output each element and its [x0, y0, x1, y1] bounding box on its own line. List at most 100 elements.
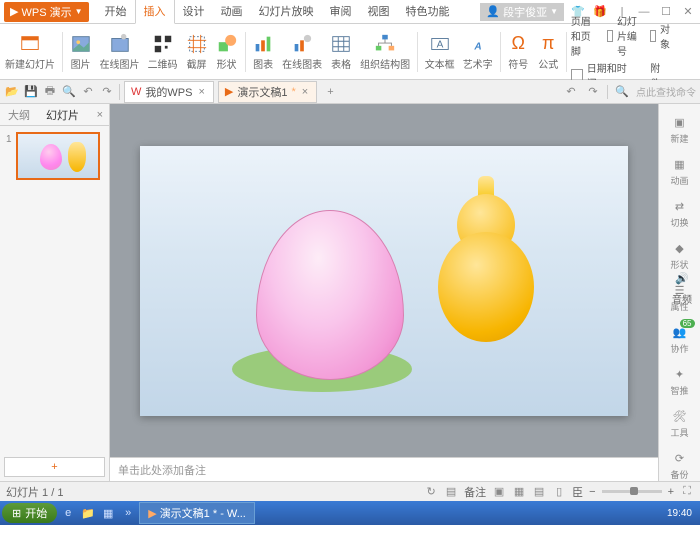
menu-tab-start[interactable]: 开始 — [97, 0, 135, 23]
chart-cloud-icon — [291, 33, 313, 55]
ribbon-shapes[interactable]: 形状 — [213, 24, 241, 79]
menu-tabs: 开始 插入 设计 动画 幻灯片放映 审阅 视图 特色功能 — [97, 0, 458, 23]
ribbon-wordart[interactable]: A艺术字 — [460, 24, 496, 79]
mini-peach-icon — [40, 144, 62, 170]
view-normal-icon[interactable]: ▣ — [492, 485, 506, 499]
image-icon — [70, 33, 92, 55]
menu-tab-slideshow[interactable]: 幻灯片放映 — [251, 0, 322, 23]
shapes-icon — [216, 33, 238, 55]
view-reading-icon[interactable]: ▤ — [532, 485, 546, 499]
view-slideshow-icon[interactable]: ▯ — [552, 485, 566, 499]
ribbon-online-image[interactable]: 在线图片 — [97, 24, 143, 79]
ribbon-image[interactable]: 图片 — [67, 24, 95, 79]
gourd-shape[interactable] — [438, 176, 534, 342]
menu-tab-animation[interactable]: 动画 — [213, 0, 251, 23]
omega-icon: Ω — [507, 33, 529, 55]
folder-icon[interactable]: 📁 — [79, 504, 97, 522]
ribbon-formula[interactable]: π公式 — [534, 24, 562, 79]
canvas-area[interactable] — [110, 104, 658, 457]
ribbon-qr[interactable]: 二维码 — [145, 24, 181, 79]
start-button[interactable]: ⊞开始 — [2, 503, 57, 523]
preview-icon[interactable]: 🔍 — [61, 84, 77, 100]
ribbon: 新建幻灯片 图片 在线图片 二维码 截屏 形状 图表 在线图表 表格 组织结构图… — [0, 24, 700, 80]
ribbon-audio[interactable]: 🔊音频 — [668, 24, 696, 549]
mini-gourd-icon — [68, 142, 86, 172]
menu-tab-features[interactable]: 特色功能 — [398, 0, 458, 23]
chevron-down-icon: ▼ — [550, 7, 558, 16]
add-slide-button[interactable]: + — [4, 457, 105, 477]
chevron-down-icon: ▼ — [75, 7, 83, 16]
doc-tab-mywps[interactable]: W我的WPS× — [124, 81, 214, 103]
slides-tab[interactable]: 幻灯片 — [38, 104, 87, 126]
undo-icon[interactable]: ↶ — [80, 84, 96, 100]
save-icon[interactable]: 💾 — [23, 84, 39, 100]
ribbon-org-chart[interactable]: 组织结构图 — [357, 24, 413, 79]
close-icon[interactable]: × — [91, 109, 109, 121]
crop-icon — [186, 33, 208, 55]
user-name: 段宇俊亚 — [503, 4, 547, 20]
wordart-icon: A — [467, 33, 489, 55]
undo-icon[interactable]: ↶ — [563, 84, 579, 100]
editor: 单击此处添加备注 — [110, 104, 658, 481]
redo-icon[interactable]: ↷ — [585, 84, 601, 100]
app-logo-icon: ▶ — [10, 5, 18, 18]
add-tab-button[interactable]: + — [321, 84, 339, 100]
ribbon-online-chart[interactable]: 在线图表 — [279, 24, 325, 79]
menu-tab-insert[interactable]: 插入 — [135, 0, 175, 24]
table-icon — [330, 33, 352, 55]
ie-icon[interactable]: e — [59, 504, 77, 522]
close-icon[interactable]: × — [300, 86, 310, 98]
task-presentation[interactable]: ▶演示文稿1 * - W... — [139, 502, 255, 524]
ribbon-chart[interactable]: 图表 — [249, 24, 277, 79]
menu-tab-review[interactable]: 审阅 — [322, 0, 360, 23]
image-cloud-icon — [109, 33, 131, 55]
thumb-number: 1 — [6, 132, 12, 145]
search-icon[interactable]: 🔍 — [614, 84, 630, 100]
ribbon-textbox[interactable]: A文本框 — [422, 24, 458, 79]
chart-icon — [252, 33, 274, 55]
outline-tab[interactable]: 大纲 — [0, 104, 38, 126]
ribbon-new-slide[interactable]: 新建幻灯片 — [2, 24, 58, 79]
user-icon: 👤 — [486, 5, 500, 18]
slide-canvas[interactable] — [140, 146, 628, 416]
header-footer-label[interactable]: 页眉和页脚 — [571, 13, 593, 58]
menu-tab-design[interactable]: 设计 — [175, 0, 213, 23]
close-icon[interactable]: × — [196, 86, 206, 98]
print-icon[interactable]: 🖶 — [42, 84, 58, 100]
app-icon[interactable]: ▦ — [99, 504, 117, 522]
loop-icon[interactable]: ↻ — [424, 485, 438, 499]
peach-shape[interactable] — [256, 210, 404, 380]
thumbnails: 1 — [0, 126, 109, 453]
notes-icon[interactable]: ▤ — [444, 485, 458, 499]
windows-icon: ⊞ — [12, 507, 21, 520]
doc-tab-presentation[interactable]: ▶演示文稿1*× — [218, 81, 317, 103]
zoom-out[interactable]: − — [589, 486, 595, 498]
slide-number-check[interactable] — [607, 30, 613, 42]
app2-icon[interactable]: » — [119, 504, 137, 522]
app-badge[interactable]: ▶ WPS 演示 ▼ — [4, 2, 89, 22]
app-name: WPS 演示 — [21, 4, 71, 20]
notes-label[interactable]: 备注 — [464, 484, 486, 500]
textbox-icon: A — [429, 33, 451, 55]
slide-thumbnail[interactable] — [16, 132, 100, 180]
user-badge[interactable]: 👤段宇俊亚▼ — [480, 3, 564, 21]
ribbon-table[interactable]: 表格 — [327, 24, 355, 79]
ribbon-screenshot[interactable]: 截屏 — [183, 24, 211, 79]
object-check[interactable] — [650, 30, 656, 42]
menu-tab-view[interactable]: 视图 — [360, 0, 398, 23]
taskbar: ⊞开始 e 📁 ▦ » ▶演示文稿1 * - W... 19:40 — [0, 501, 700, 525]
new-slide-icon — [19, 33, 41, 55]
open-icon[interactable]: 📂 — [4, 84, 20, 100]
view-sorter-icon[interactable]: ▦ — [512, 485, 526, 499]
thumb-row[interactable]: 1 — [6, 132, 103, 180]
org-icon — [374, 33, 396, 55]
doc-tabs-bar: 📂 💾 🖶 🔍 ↶ ↷ W我的WPS× ▶演示文稿1*× + ↶ ↷ 🔍 点此查… — [0, 80, 700, 104]
ribbon-symbol[interactable]: Ω符号 — [504, 24, 532, 79]
qr-icon — [152, 33, 174, 55]
svg-text:A: A — [473, 41, 481, 52]
quick-access: 📂 💾 🖶 🔍 ↶ ↷ — [4, 84, 115, 100]
redo-icon[interactable]: ↷ — [99, 84, 115, 100]
slide-counter: 幻灯片 1 / 1 — [6, 484, 63, 500]
notes-pane[interactable]: 单击此处添加备注 — [110, 457, 658, 481]
zoom-slider[interactable] — [602, 490, 662, 493]
